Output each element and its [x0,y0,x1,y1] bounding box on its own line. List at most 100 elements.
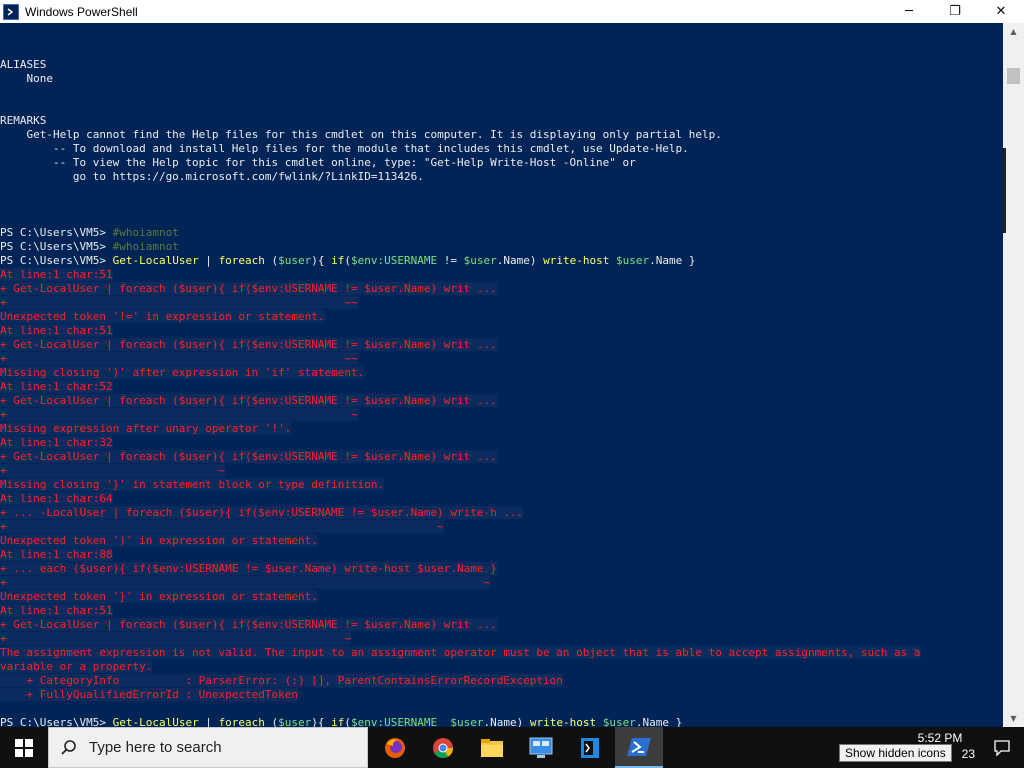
console-line: PS C:\Users\VM5> Get-LocalUser | foreach… [0,716,682,727]
console-line: At line:1 char:51 [0,604,113,618]
console-line: -- To download and install Help files fo… [0,142,689,156]
console-text: PS C:\Users\VM5> [0,716,113,727]
console-text: != [437,254,464,267]
console-text: $user [450,716,484,727]
control-panel-icon[interactable] [517,727,565,768]
console-line: At line:1 char:32 [0,436,113,450]
console-text: variable or a property. [0,660,153,673]
close-button[interactable]: ✕ [978,0,1024,23]
console-line: + ~~ [0,352,358,366]
firefox-icon[interactable] [371,727,419,768]
console-text: ( [264,716,279,727]
console-text: At line:1 char:52 [0,380,113,393]
console-line: + ~ [0,408,358,422]
window-titlebar: Windows PowerShell ─ ❐ ✕ [0,0,1024,23]
console-text: PS C:\Users\VM5> [0,240,113,253]
powershell-icon[interactable] [615,727,663,768]
console-line: At line:1 char:51 [0,324,113,338]
console-text: write-host [529,716,597,727]
console-line: At line:1 char:88 [0,548,113,562]
chrome-icon[interactable] [419,727,467,768]
console-line: PS C:\Users\VM5> #whoiamnot [0,240,179,254]
console-text: + FullyQualifiedErrorId : UnexpectedToke… [0,688,299,701]
console-text: $user [615,254,650,267]
console-text: + ... -LocalUser | foreach ($user){ if($… [0,506,524,519]
console-line: + Get-LocalUser | foreach ($user){ if($e… [0,338,497,352]
console-text: + ... each ($user){ if($env:USERNAME != … [0,562,497,575]
console-line: PS C:\Users\VM5> #whoiamnot [0,226,179,240]
console-text: $user [463,254,497,267]
console-line: The assignment expression is not valid. … [0,646,921,660]
console-text: ){ [311,254,332,267]
console-text: #whoiamnot [112,240,179,253]
maximize-button[interactable]: ❐ [932,0,978,23]
console-text: | [198,716,219,727]
search-icon [49,739,89,757]
console-text: At line:1 char:51 [0,604,113,617]
scroll-down-icon[interactable]: ▼ [1003,710,1024,727]
console-text: + Get-LocalUser | foreach ($user){ if($e… [0,450,497,463]
console-line: Missing closing ')' after expression in … [0,366,365,380]
minimize-button[interactable]: ─ [886,0,932,23]
scroll-up-icon[interactable]: ▲ [1003,23,1024,40]
console-text: $user [278,716,312,727]
console-line: ALIASES [0,58,46,72]
console-text: At line:1 char:51 [0,268,113,281]
show-hidden-icons-tooltip: Show hidden icons [839,744,952,762]
console-line: At line:1 char:51 [0,268,113,282]
console-text: Missing expression after unary operator … [0,422,292,435]
console-text: At line:1 char:88 [0,548,113,561]
console-text: #whoiamnot [112,226,179,239]
console-output[interactable]: ALIASES None REMARKS Get-Help cannot find… [0,23,1003,727]
console-text: None [0,72,53,85]
console-text: | [198,254,219,267]
window-title: Windows PowerShell [25,4,138,19]
visual-studio-icon[interactable] [566,727,614,768]
console-line: + Get-LocalUser | foreach ($user){ if($e… [0,450,497,464]
console-text: + Get-LocalUser | foreach ($user){ if($e… [0,394,497,407]
console-text: $user [278,254,312,267]
console-text: go to https://go.microsoft.com/fwlink/?L… [0,170,424,183]
console-text: At line:1 char:64 [0,492,113,505]
console-line: Get-Help cannot find the Help files for … [0,128,722,142]
console-text: .Name } [649,254,696,267]
console-text: The assignment expression is not valid. … [0,646,921,659]
console-text: REMARKS [0,114,47,127]
console-line: + ~ [0,632,351,646]
console-line: Missing expression after unary operator … [0,422,292,436]
console-line: + CategoryInfo : ParserError: (:) [], Pa… [0,674,563,688]
console-text: + ~ [0,576,491,589]
console-text: Missing closing ')' after expression in … [0,366,365,379]
console-text: + ~~ [0,296,358,309]
console-line: Missing closing '}' in statement block o… [0,478,385,492]
console-text: + ~~ [0,352,358,365]
windows-start-icon[interactable] [0,727,48,768]
console-line: -- To view the Help topic for this cmdle… [0,156,636,170]
console-text: ALIASES [0,58,47,71]
console-text: foreach [218,716,265,727]
file-explorer-icon[interactable] [468,727,516,768]
console-line: go to https://go.microsoft.com/fwlink/?L… [0,170,424,184]
console-text: + ~ [0,632,351,645]
vertical-scrollbar[interactable]: ▲ ▼ [1003,23,1024,727]
console-text: Missing closing '}' in statement block o… [0,478,385,491]
console-text: Unexpected token ')' in expression or st… [0,534,318,547]
console-line: + ~ [0,576,491,590]
console-line: + FullyQualifiedErrorId : UnexpectedToke… [0,688,299,702]
console-line: + ~ [0,464,226,478]
console-text: Get-Help cannot find the Help files for … [0,128,722,141]
console-line: variable or a property. [0,660,153,674]
console-text: Unexpected token '!=' in expression or s… [0,310,325,323]
scroll-track-marker [1003,148,1006,233]
console-text: if [331,254,345,267]
powershell-app-icon [3,3,19,20]
console-text: $user [602,716,636,727]
scroll-thumb[interactable] [1007,68,1020,84]
console-text: PS C:\Users\VM5> [0,254,113,267]
notification-icon[interactable] [980,727,1024,768]
console-text: + Get-LocalUser | foreach ($user){ if($e… [0,338,497,351]
taskbar-search-box[interactable]: Type here to search [48,727,368,768]
console-text: Get-LocalUser [112,254,199,267]
